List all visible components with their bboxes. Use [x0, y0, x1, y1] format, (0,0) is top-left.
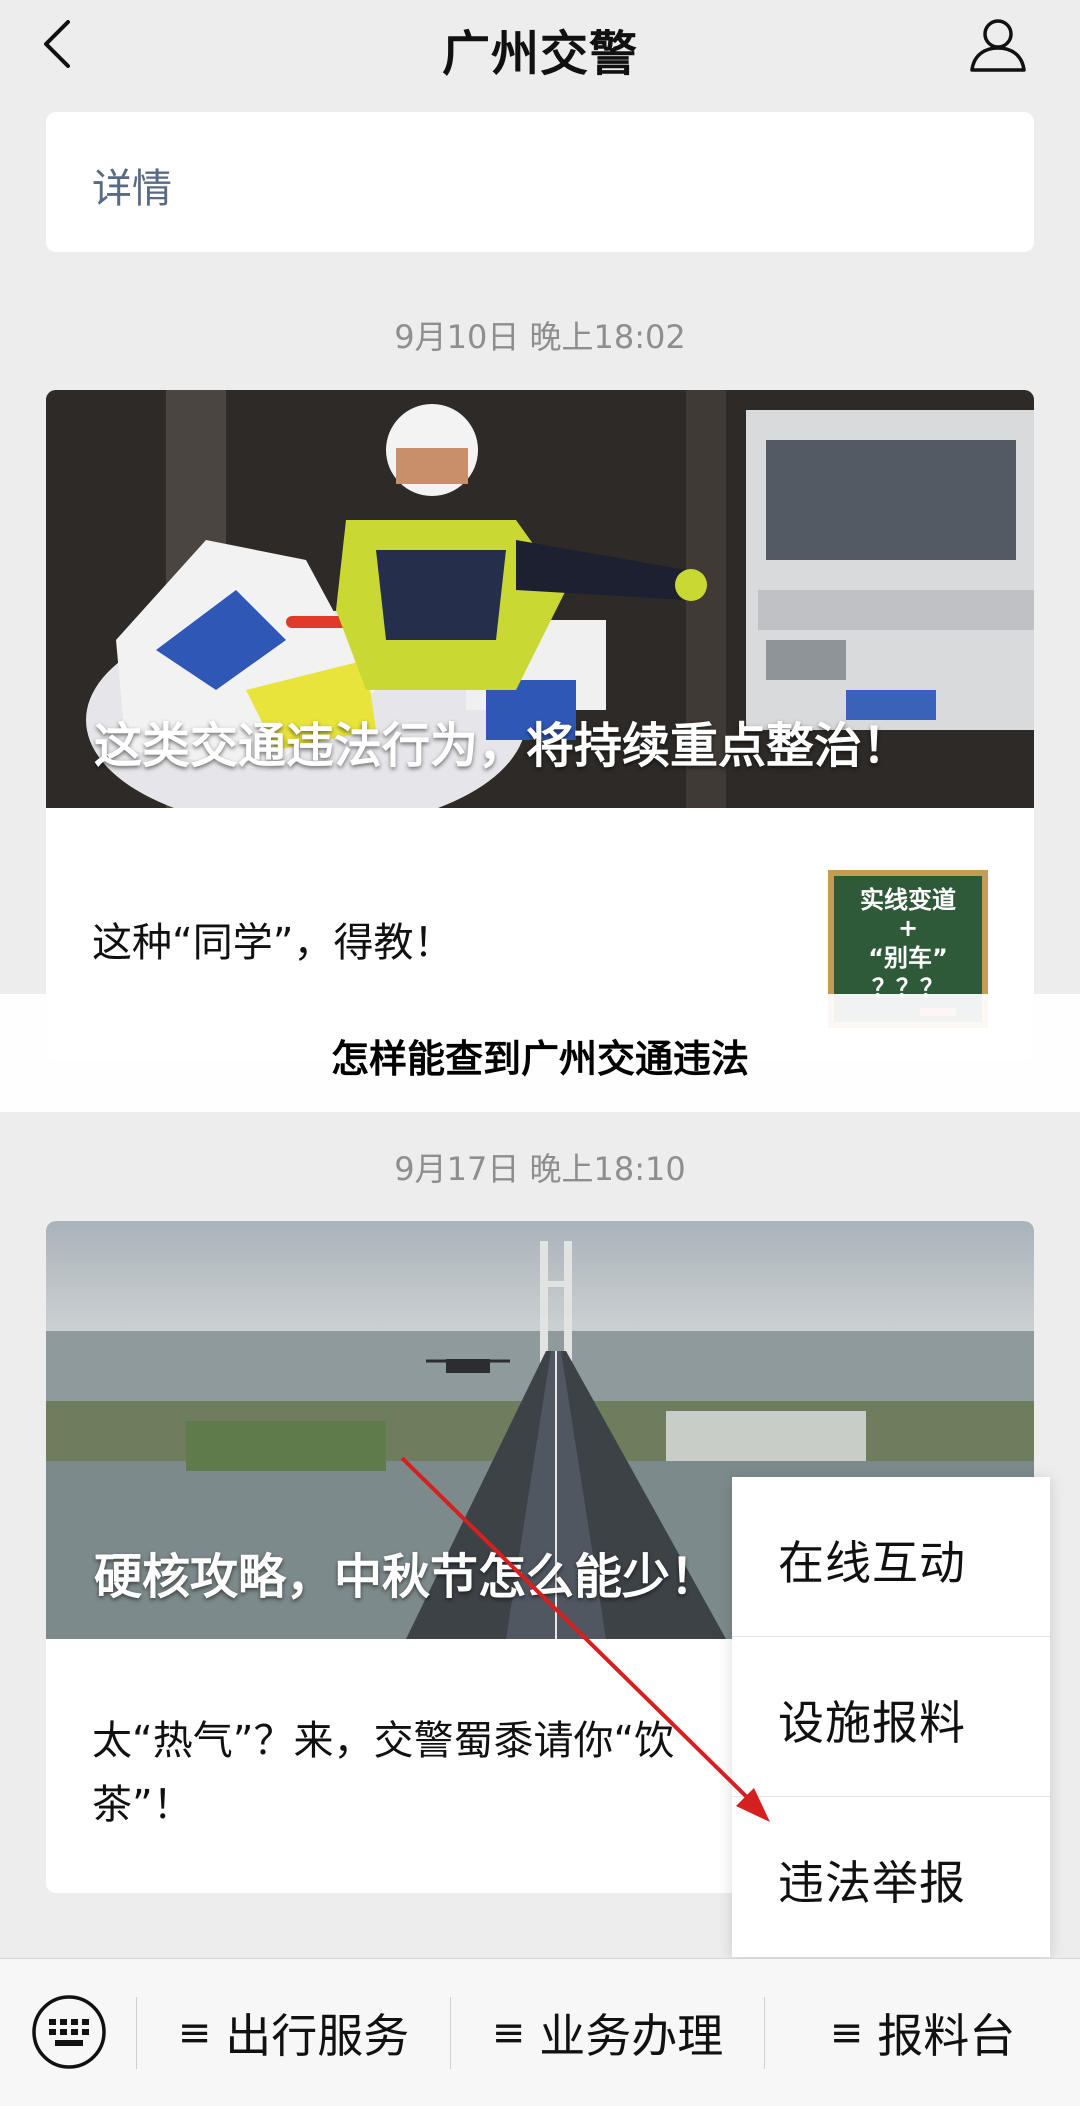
page-title: 广州交警 [441, 26, 638, 82]
menu-item-online-interaction[interactable]: 在线互动 [732, 1477, 1050, 1637]
top-nav-bar: 广州交警 [0, 0, 1080, 88]
detail-link[interactable]: 详情 [92, 156, 172, 214]
message-timestamp: 9月10日 晚上18:02 [394, 318, 686, 356]
article-card: 这类交通违法行为，将持续重点整治！ 这种“同学”，得教！ 实线变道 + “别车”… [46, 390, 1034, 1060]
user-icon[interactable] [968, 14, 1028, 74]
menu-item-label: 在线互动 [778, 1536, 966, 1590]
article-cover-title: 硬核攻略，中秋节怎么能少！ [94, 1549, 719, 1605]
menu-item-facility-report[interactable]: 设施报料 [732, 1637, 1050, 1797]
thumb-line-1: 实线变道 [860, 886, 956, 914]
menu-button-label: 业务办理 [539, 2009, 724, 2063]
menu-list-icon: ≡ [829, 2010, 864, 2056]
message-timestamp: 9月17日 晚上18:10 [394, 1150, 686, 1188]
menu-list-icon: ≡ [491, 2010, 526, 2056]
article-sub-title: 这种“同学”，得教！ [92, 920, 454, 966]
article-cover[interactable]: 这类交通违法行为，将持续重点整治！ [46, 390, 1034, 808]
menu-list-icon: ≡ [177, 2010, 212, 2056]
bottom-menu-bar: ≡ 出行服务 ≡ 业务办理 ≡ 报料台 [0, 1958, 1080, 2106]
caption-banner: 怎样能查到广州交通违法 [0, 994, 1080, 1112]
popup-menu: 在线互动 设施报料 违法举报 [732, 1477, 1050, 1957]
caption-text: 怎样能查到广州交通违法 [330, 1037, 749, 1081]
menu-item-label: 违法举报 [778, 1856, 966, 1910]
menu-button-label: 报料台 [877, 2009, 1016, 2063]
menu-item-label: 设施报料 [778, 1696, 966, 1750]
thumb-line-3: “别车” [868, 944, 948, 972]
menu-button-travel-service[interactable]: ≡ 出行服务 [137, 1959, 450, 2106]
menu-button-report-desk[interactable]: ≡ 报料台 [765, 1959, 1080, 2106]
thumb-line-2: + [898, 914, 918, 942]
menu-button-label: 出行服务 [225, 2009, 410, 2063]
menu-item-violation-report[interactable]: 违法举报 [732, 1797, 1050, 1957]
menu-button-business-handling[interactable]: ≡ 业务办理 [451, 1959, 764, 2106]
detail-card[interactable]: 详情 [46, 112, 1034, 252]
article-cover-title: 这类交通违法行为，将持续重点整治！ [94, 718, 911, 774]
keyboard-icon[interactable] [30, 1993, 108, 2071]
article-sub-title: 太“热气”？来，交警蜀黍请你“饮茶”！ [92, 1718, 675, 1828]
